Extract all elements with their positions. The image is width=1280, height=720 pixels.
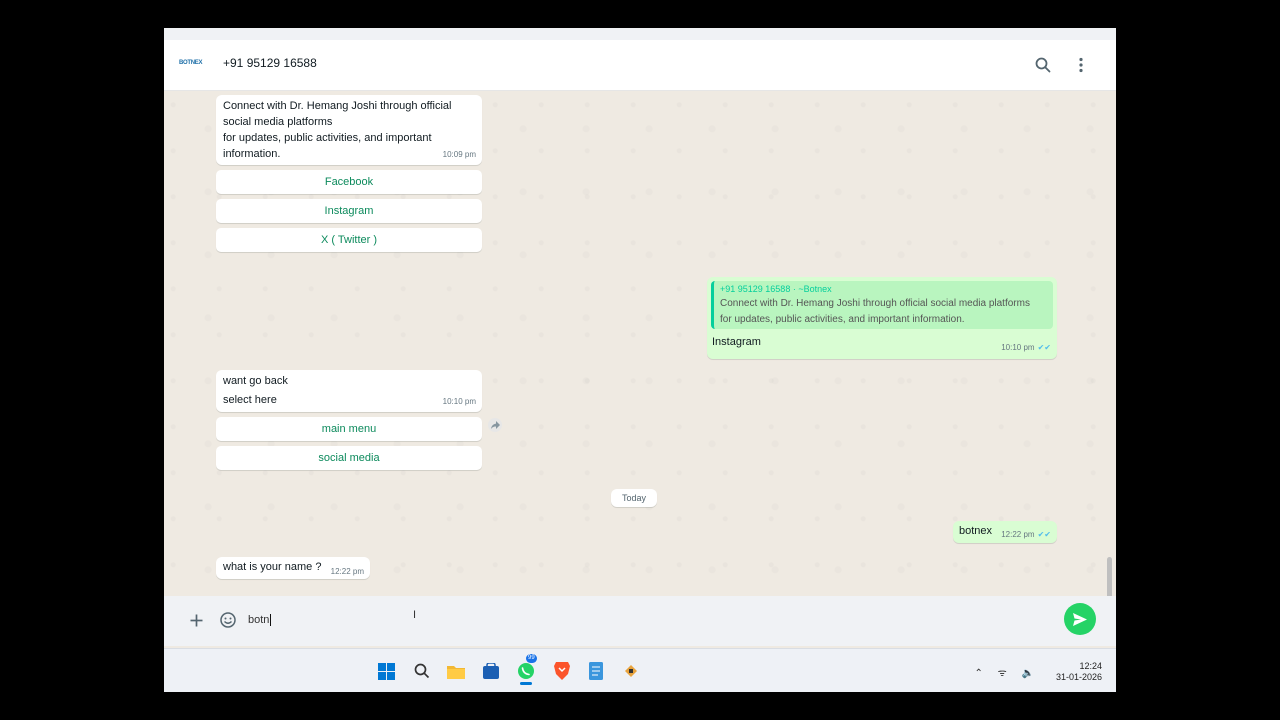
- outgoing-message: +91 95129 16588 · ~Botnex Connect with D…: [707, 277, 1057, 359]
- app-icon[interactable]: [621, 661, 641, 681]
- message-line: Connect with Dr. Hemang Joshi through of…: [223, 100, 452, 112]
- facebook-button[interactable]: Facebook: [216, 170, 482, 194]
- quote-line: for updates, public activities, and impo…: [720, 314, 965, 325]
- emoji-icon[interactable]: [218, 610, 238, 630]
- whatsapp-window: BOTNEX +91 95129 16588 Connect with Dr. …: [164, 28, 1116, 692]
- incoming-message: what is your name ? 12:22 pm: [216, 557, 370, 579]
- instagram-button[interactable]: Instagram: [216, 199, 482, 223]
- message-subtitle: select here: [223, 394, 277, 406]
- message-time: 10:10 pm: [1001, 343, 1035, 352]
- incoming-message: Connect with Dr. Hemang Joshi through of…: [216, 95, 482, 165]
- double-check-icon: ✔✔: [1037, 343, 1051, 352]
- message-line: social media platforms: [223, 116, 333, 128]
- quoted-message[interactable]: +91 95129 16588 · ~Botnex Connect with D…: [711, 281, 1053, 329]
- message-input-value: botn: [248, 614, 270, 626]
- incoming-message: want go back select here 10:10 pm: [216, 370, 482, 412]
- brave-icon[interactable]: [552, 661, 572, 681]
- search-icon[interactable]: [412, 661, 432, 681]
- window-top-strip: [164, 28, 1116, 40]
- active-indicator: [520, 682, 532, 685]
- chat-scrollbar[interactable]: [1107, 557, 1112, 596]
- notepad-icon[interactable]: [586, 661, 606, 681]
- message-time: 10:09 pm: [442, 150, 476, 159]
- message-title: want go back: [223, 375, 288, 387]
- message-text: what is your name ?: [223, 561, 322, 573]
- chat-area[interactable]: Connect with Dr. Hemang Joshi through of…: [164, 91, 1116, 596]
- composer-bar: botn I: [164, 596, 1116, 646]
- message-time: 12:22 pm: [330, 567, 364, 576]
- system-tray[interactable]: ⌃ ᯤ 🔈: [974, 665, 1040, 679]
- quote-author: +91 95129 16588 · ~Botnex: [720, 284, 832, 294]
- contact-name[interactable]: +91 95129 16588: [223, 56, 317, 70]
- message-time: 12:22 pm: [1001, 530, 1035, 539]
- message-time: 10:10 pm: [442, 397, 476, 406]
- double-check-icon: ✔✔: [1037, 530, 1051, 539]
- search-icon[interactable]: [1031, 53, 1055, 77]
- date-divider: Today: [611, 489, 657, 507]
- contact-avatar[interactable]: BOTNEX: [179, 58, 209, 68]
- text-cursor-icon: I: [413, 609, 417, 621]
- twitter-button[interactable]: X ( Twitter ): [216, 228, 482, 252]
- file-explorer-icon[interactable]: [446, 661, 466, 681]
- message-line: for updates, public activities, and impo…: [223, 132, 432, 144]
- send-icon: [1073, 612, 1087, 626]
- chat-header: BOTNEX +91 95129 16588: [164, 40, 1116, 91]
- forward-icon[interactable]: [488, 418, 502, 432]
- windows-start-icon[interactable]: [376, 661, 396, 681]
- social-media-button[interactable]: social media: [216, 446, 482, 470]
- outgoing-message: botnex 12:22 pm ✔✔: [953, 521, 1057, 543]
- plus-icon[interactable]: [186, 610, 206, 630]
- windows-taskbar: 99 ⌃ ᯤ 🔈 12:24 31-01-2026: [164, 648, 1116, 692]
- more-vertical-icon[interactable]: [1069, 53, 1093, 77]
- clock-time: 12:24: [1079, 661, 1102, 671]
- message-text: Instagram: [712, 336, 761, 348]
- message-text: botnex: [959, 525, 993, 537]
- clock-date: 31-01-2026: [1055, 672, 1102, 682]
- notification-badge: 99: [526, 654, 537, 663]
- quote-line: Connect with Dr. Hemang Joshi through of…: [720, 298, 1030, 309]
- whatsapp-icon[interactable]: 99: [516, 654, 537, 685]
- message-line: information.: [223, 148, 281, 160]
- message-input[interactable]: botn: [248, 611, 272, 629]
- store-icon[interactable]: [481, 661, 501, 681]
- send-button[interactable]: [1064, 603, 1096, 635]
- main-menu-button[interactable]: main menu: [216, 417, 482, 441]
- system-clock[interactable]: 12:24 31-01-2026: [1056, 661, 1102, 683]
